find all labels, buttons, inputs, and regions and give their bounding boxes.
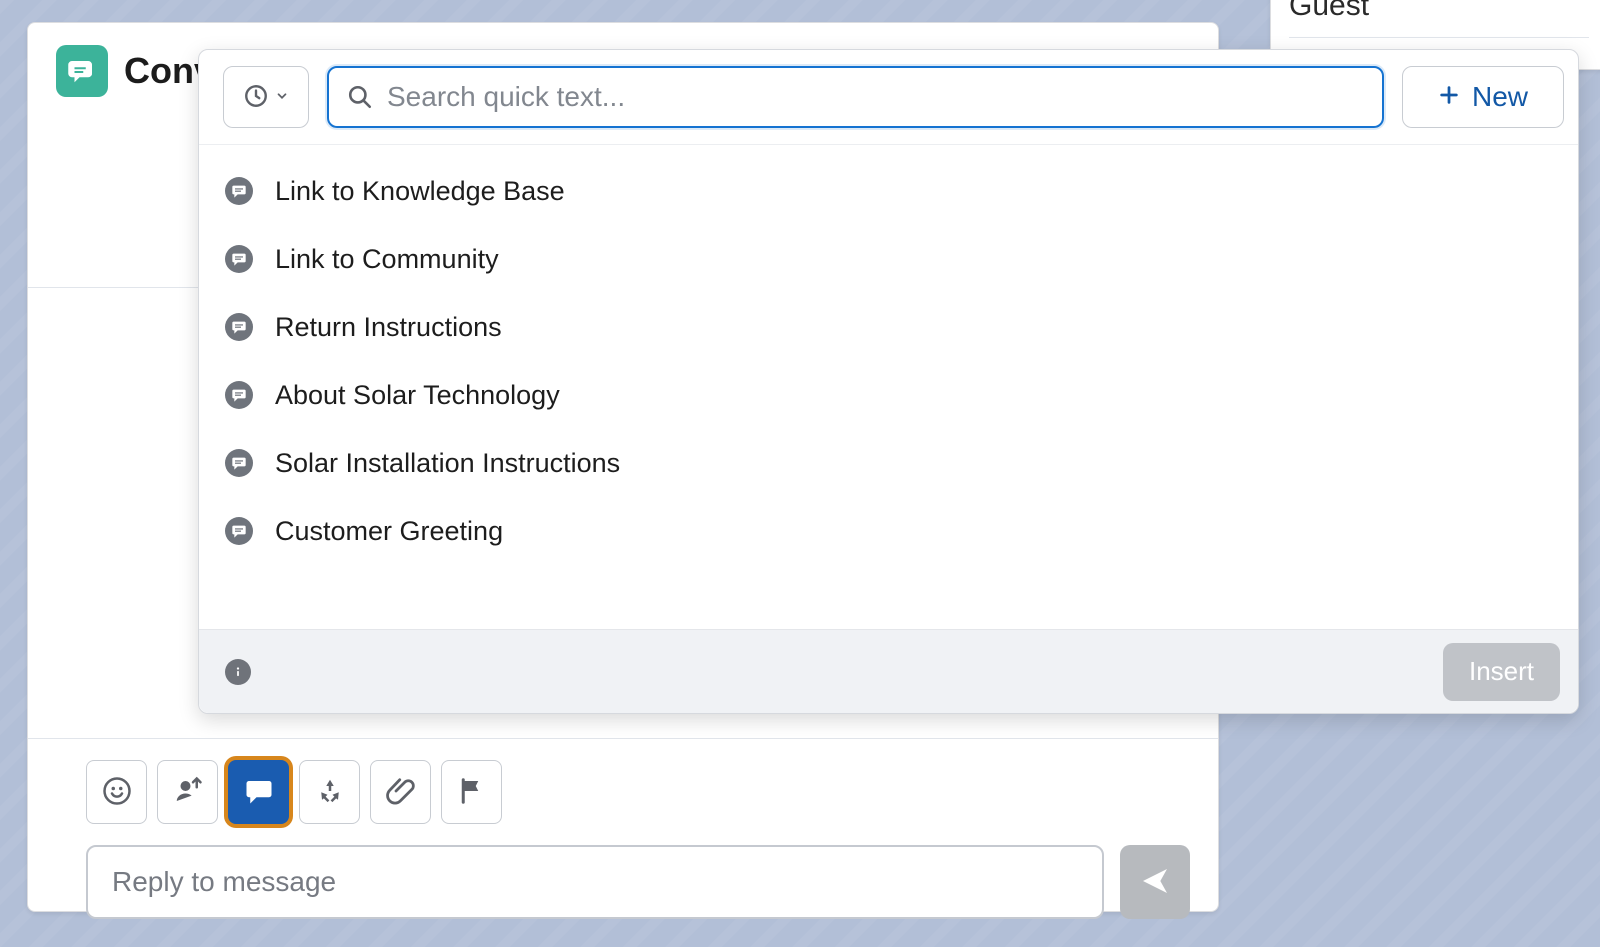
reply-input[interactable] <box>86 845 1104 919</box>
quick-text-search-input[interactable] <box>387 68 1364 126</box>
quick-text-item-label: Link to Community <box>275 244 499 275</box>
chat-bubble-icon <box>225 449 253 477</box>
quick-text-item[interactable]: Link to Community <box>225 225 1552 293</box>
quick-text-panel: New Link to Knowledge Base Link to Commu… <box>198 49 1579 714</box>
composer-toolbar <box>86 760 502 824</box>
quick-text-item-label: Return Instructions <box>275 312 502 343</box>
new-button-label: New <box>1472 81 1528 113</box>
quick-text-item[interactable]: Solar Installation Instructions <box>225 429 1552 497</box>
paperclip-icon <box>386 776 416 809</box>
guest-label: Guest <box>1289 0 1589 23</box>
flag-button[interactable] <box>441 760 502 824</box>
emoji-icon <box>102 776 132 809</box>
quick-text-item-label: Link to Knowledge Base <box>275 176 565 207</box>
quick-text-item[interactable]: Link to Knowledge Base <box>225 157 1552 225</box>
clock-icon <box>243 83 269 112</box>
search-field-wrap[interactable] <box>327 66 1384 128</box>
quick-text-item[interactable]: Return Instructions <box>225 293 1552 361</box>
quick-text-item-label: About Solar Technology <box>275 380 560 411</box>
divider <box>1289 37 1589 38</box>
chat-bubble-icon <box>225 177 253 205</box>
search-icon <box>347 84 373 110</box>
chat-app-icon <box>56 45 108 97</box>
info-icon[interactable] <box>225 659 251 685</box>
quick-text-item-label: Customer Greeting <box>275 516 503 547</box>
attachment-button[interactable] <box>370 760 431 824</box>
transfer-button[interactable] <box>157 760 218 824</box>
send-button[interactable] <box>1120 845 1190 919</box>
plus-icon <box>1438 81 1460 113</box>
quick-text-item[interactable]: About Solar Technology <box>225 361 1552 429</box>
send-icon <box>1139 865 1171 900</box>
insert-button[interactable]: Insert <box>1443 643 1560 701</box>
quick-text-item-label: Solar Installation Instructions <box>275 448 620 479</box>
chat-bubble-icon <box>244 776 274 809</box>
emoji-button[interactable] <box>86 760 147 824</box>
quick-text-item[interactable]: Customer Greeting <box>225 497 1552 565</box>
chat-bubble-icon <box>225 517 253 545</box>
repeat-button[interactable] <box>299 760 360 824</box>
flag-icon <box>457 776 487 809</box>
chat-bubble-icon <box>225 381 253 409</box>
person-transfer-icon <box>173 776 203 809</box>
divider <box>28 738 1218 739</box>
chevron-down-icon <box>275 89 289 106</box>
recycle-icon <box>315 776 345 809</box>
recent-dropdown[interactable] <box>223 66 309 128</box>
quick-text-footer: Insert <box>199 629 1578 713</box>
quick-text-toolbar: New <box>199 50 1578 145</box>
reply-row <box>86 845 1190 919</box>
quick-text-button[interactable] <box>228 760 289 824</box>
chat-bubble-icon <box>225 245 253 273</box>
quick-text-list: Link to Knowledge Base Link to Community… <box>199 145 1578 629</box>
new-quick-text-button[interactable]: New <box>1402 66 1564 128</box>
chat-bubble-icon <box>225 313 253 341</box>
